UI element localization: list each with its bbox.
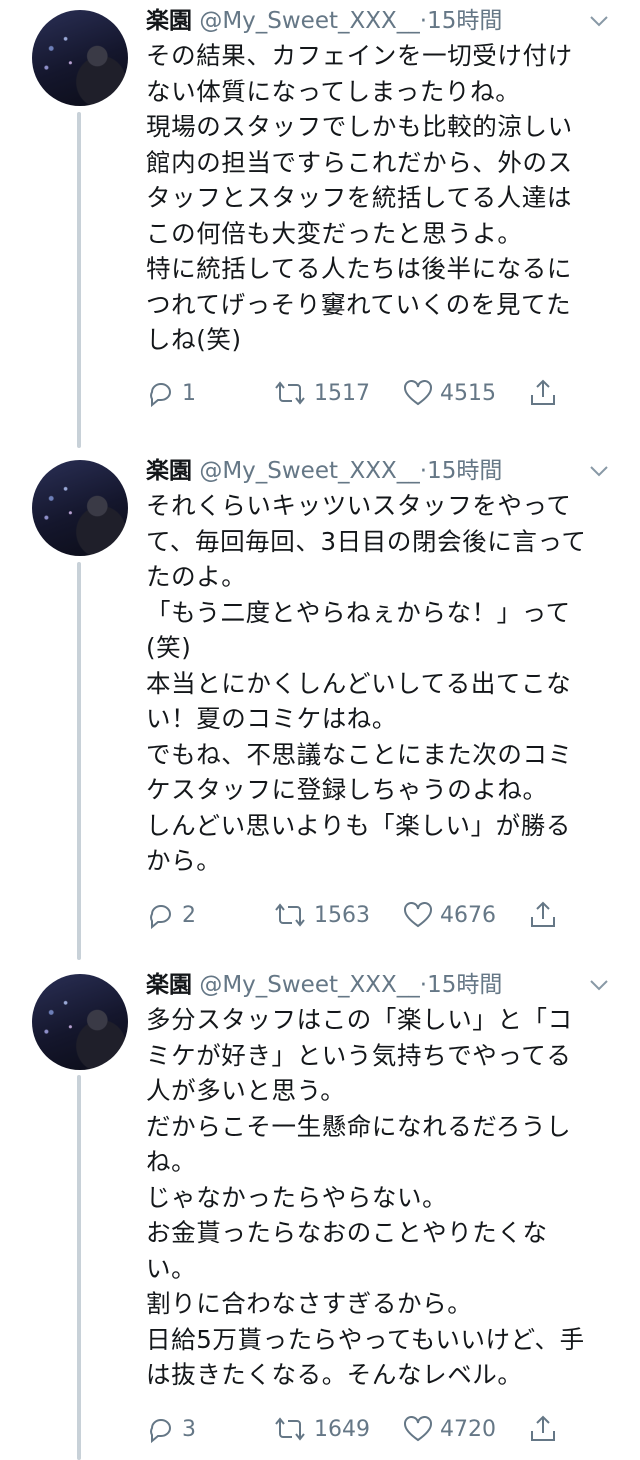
like-count: 4720 [440,1416,496,1442]
share-button[interactable] [528,1409,558,1449]
tweet-header: 楽園 @My_Sweet_XXX__·15時間 [146,3,502,39]
retweet-icon [275,1417,305,1441]
tweet-actions: 3 1649 4720 [146,1409,606,1449]
tweet[interactable]: 楽園 @My_Sweet_XXX__·15時間 それくらいキッツいスタッフをやっ… [0,450,640,960]
retweet-icon [275,903,305,927]
avatar[interactable] [32,460,128,556]
share-icon [531,379,555,405]
timestamp[interactable]: 15時間 [427,458,502,484]
chevron-down-icon[interactable] [588,460,610,482]
like-button[interactable]: 4515 [402,373,496,413]
user-handle[interactable]: @My_Sweet_XXX__ [199,458,419,484]
reply-count: 3 [182,1416,196,1442]
tweet-text: その結果、カフェインを一切受け付け ない体質になってしまったりね。 現場のスタッフで… [146,41,573,354]
retweet-button[interactable]: 1649 [272,1409,370,1449]
tweet-text: それくらいキッツいスタッフをやって て、毎回毎回、3日目の閉会後に言って たのよ。「… [146,491,587,875]
timestamp[interactable]: 15時間 [427,8,502,34]
share-icon [531,1415,555,1441]
tweet-header: 楽園 @My_Sweet_XXX__·15時間 [146,967,502,1003]
reply-count: 1 [182,380,196,406]
separator-dot: · [419,458,428,484]
share-icon [531,901,555,927]
reply-icon [150,905,171,930]
reply-button[interactable]: 2 [146,895,196,935]
tweet-actions: 2 1563 4676 [146,895,606,935]
reply-icon [150,1419,171,1444]
retweet-count: 1649 [314,1416,370,1442]
separator-dot: · [419,972,428,998]
retweet-count: 1517 [314,380,370,406]
heart-icon [404,380,432,406]
avatar[interactable] [32,10,128,106]
heart-icon [404,902,432,928]
tweet-actions: 1 1517 4515 [146,373,606,413]
like-count: 4515 [440,380,496,406]
display-name[interactable]: 楽園 [146,972,192,998]
retweet-button[interactable]: 1517 [272,373,370,413]
avatar[interactable] [32,974,128,1070]
like-button[interactable]: 4676 [402,895,496,935]
separator-dot: · [419,8,428,34]
share-button[interactable] [528,895,558,935]
user-handle[interactable]: @My_Sweet_XXX__ [199,972,419,998]
tweet-header: 楽園 @My_Sweet_XXX__·15時間 [146,453,502,489]
retweet-button[interactable]: 1563 [272,895,370,935]
user-handle[interactable]: @My_Sweet_XXX__ [199,8,419,34]
tweet[interactable]: 楽園 @My_Sweet_XXX__·15時間 その結果、カフェインを一切受け付… [0,0,640,440]
tweet[interactable]: 楽園 @My_Sweet_XXX__·15時間 多分スタッフはこの「楽しい」と「… [0,964,640,1460]
reply-count: 2 [182,902,196,928]
like-button[interactable]: 4720 [402,1409,496,1449]
retweet-count: 1563 [314,902,370,928]
tweet-text: 多分スタッフはこの「楽しい」と「コ ミケが好き」という気持ちでやってる 人が多いと思… [146,1005,585,1389]
share-button[interactable] [528,373,558,413]
timestamp[interactable]: 15時間 [427,972,502,998]
reply-button[interactable]: 1 [146,373,196,413]
reply-icon [150,383,171,408]
heart-icon [404,1416,432,1442]
chevron-down-icon[interactable] [588,10,610,32]
reply-button[interactable]: 3 [146,1409,196,1449]
display-name[interactable]: 楽園 [146,458,192,484]
like-count: 4676 [440,902,496,928]
display-name[interactable]: 楽園 [146,8,192,34]
chevron-down-icon[interactable] [588,974,610,996]
retweet-icon [275,381,305,405]
